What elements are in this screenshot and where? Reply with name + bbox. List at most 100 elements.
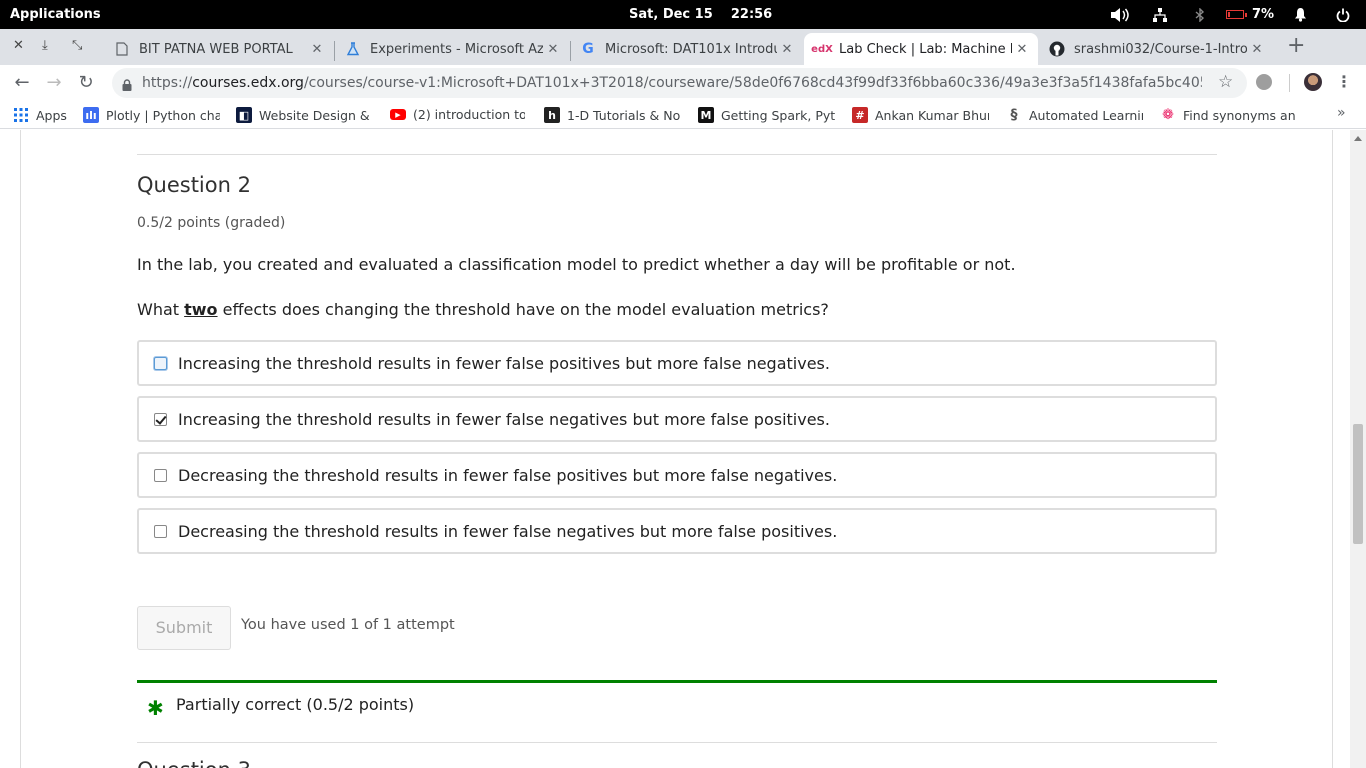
new-tab-button[interactable]: + <box>1287 35 1305 57</box>
profile-avatar[interactable] <box>1304 73 1322 91</box>
minimize-icon[interactable]: ⤓ <box>42 38 48 53</box>
answer-option[interactable]: Decreasing the threshold results in fewe… <box>137 508 1217 554</box>
page-icon <box>114 41 130 57</box>
browser-menu-icon[interactable]: ⋮ <box>1336 72 1352 91</box>
close-tab-icon[interactable]: ✕ <box>307 42 327 57</box>
bookmark-medium[interactable]: M Getting Spark, Pytho <box>698 107 835 123</box>
bookmark-label: (2) introduction to g <box>413 107 525 122</box>
partial-correct-icon: ✱ <box>147 696 164 720</box>
battery-percent: 7% <box>1251 7 1275 22</box>
clock[interactable]: Sat, Dec 15 22:56 <box>629 7 772 22</box>
github-icon <box>1049 41 1065 57</box>
bell-icon[interactable] <box>1280 0 1320 29</box>
option-checkbox[interactable] <box>154 412 167 426</box>
tab-dat101x-google[interactable]: G Microsoft: DAT101x Introduction ✕ <box>570 33 803 65</box>
url-text: https://courses.edx.org/courses/course-v… <box>142 75 1202 91</box>
tab-azure-experiments[interactable]: Experiments - Microsoft Azure ✕ <box>335 33 569 65</box>
question-points: 0.5/2 points (graded) <box>137 215 286 231</box>
question-text: In the lab, you created and evaluated a … <box>137 255 1016 274</box>
submit-button[interactable]: Submit <box>137 606 231 650</box>
bookmark-label: 1-D Tutorials & Note <box>567 107 680 123</box>
volume-icon[interactable] <box>1100 0 1140 29</box>
url-scheme: https:// <box>142 75 193 91</box>
bookmark-label: Apps <box>36 107 67 123</box>
answer-option[interactable]: Increasing the threshold results in fewe… <box>137 396 1217 442</box>
option-checkbox[interactable] <box>154 468 167 482</box>
os-top-panel: Applications Sat, Dec 15 22:56 7% <box>0 0 1366 29</box>
plotly-icon: ılı <box>83 107 99 123</box>
option-label: Increasing the threshold results in fewe… <box>178 409 830 429</box>
scroll-up-arrow-icon[interactable] <box>1354 136 1362 141</box>
navigation-bar: ← → ↻ https://courses.edx.org/courses/co… <box>0 65 1366 101</box>
bookmark-tutorials[interactable]: h 1-D Tutorials & Note <box>544 107 680 123</box>
answer-option[interactable]: Increasing the threshold results in fewe… <box>137 340 1217 386</box>
tab-lab-check[interactable]: edX Lab Check | Lab: Machine Lear ✕ <box>804 33 1038 65</box>
option-checkbox[interactable] <box>154 524 167 538</box>
address-bar[interactable]: https://courses.edx.org/courses/course-v… <box>112 68 1247 98</box>
bookmark-website-design[interactable]: ◧ Website Design & D <box>236 107 372 123</box>
reload-button[interactable]: ↻ <box>74 71 98 95</box>
back-button[interactable]: ← <box>10 71 34 95</box>
h-icon: h <box>544 107 560 123</box>
question-title: Question 2 <box>137 173 251 197</box>
applications-menu[interactable]: Applications <box>10 7 101 22</box>
divider <box>137 154 1217 155</box>
option-checkbox[interactable] <box>154 356 167 370</box>
bookmark-label: Find synonyms and l <box>1183 107 1296 123</box>
google-icon: G <box>582 41 594 57</box>
close-tab-icon[interactable]: ✕ <box>543 42 563 57</box>
bookmark-automated-learning[interactable]: § Automated Learning <box>1006 107 1144 123</box>
bookmark-youtube[interactable]: ▶ (2) introduction to g <box>390 107 525 122</box>
next-question-title: Question 3 <box>137 758 251 768</box>
bookmark-label: Automated Learning <box>1029 107 1143 123</box>
bookmark-star-icon[interactable]: ☆ <box>1218 72 1233 92</box>
edx-icon: edX <box>811 43 833 55</box>
bookmark-apps[interactable]: Apps <box>13 107 73 123</box>
bookmark-plotly[interactable]: ılı Plotly | Python chart <box>83 107 220 123</box>
learning-icon: § <box>1010 107 1018 123</box>
option-label: Decreasing the threshold results in fewe… <box>178 465 838 485</box>
tab-title: srashmi032/Course-1-Intro-to- <box>1074 41 1247 57</box>
attempts-text: You have used 1 of 1 attempt <box>241 617 455 633</box>
tab-title: BIT PATNA WEB PORTAL <box>139 41 293 57</box>
close-tab-icon[interactable]: ✕ <box>1012 42 1032 57</box>
tab-title: Experiments - Microsoft Azure <box>370 41 543 57</box>
toolbar-divider <box>1289 74 1290 92</box>
page-scrollbar[interactable] <box>1350 130 1366 768</box>
bookmark-label: Plotly | Python chart <box>106 107 220 123</box>
result-text: Partially correct (0.5/2 points) <box>176 695 415 714</box>
bluetooth-icon[interactable] <box>1180 0 1220 29</box>
close-tab-icon[interactable]: ✕ <box>777 42 797 57</box>
bookmark-label: Ankan Kumar Bhuni <box>875 107 989 123</box>
design-icon: ◧ <box>236 107 252 123</box>
close-tab-icon[interactable]: ✕ <box>1247 42 1267 57</box>
apps-grid-icon <box>13 107 29 123</box>
question-prompt: What two effects does changing the thres… <box>137 300 829 319</box>
scrollbar-thumb[interactable] <box>1353 424 1363 544</box>
power-icon[interactable] <box>1320 0 1366 29</box>
page-content: Question 2 0.5/2 points (graded) In the … <box>0 130 1366 768</box>
medium-icon: M <box>698 107 714 123</box>
option-label: Increasing the threshold results in fewe… <box>178 353 830 373</box>
synonyms-icon: ❁ <box>1162 107 1174 123</box>
forward-button[interactable]: → <box>42 71 66 95</box>
prompt-start: What <box>137 300 185 319</box>
restore-icon[interactable]: ⤡ <box>72 38 82 53</box>
network-icon[interactable] <box>1140 0 1180 29</box>
close-window-icon[interactable]: ✕ <box>13 38 24 53</box>
url-path: /courses/course-v1:Microsoft+DAT101x+3T2… <box>303 75 1202 91</box>
answer-option[interactable]: Decreasing the threshold results in fewe… <box>137 452 1217 498</box>
youtube-icon: ▶ <box>390 109 406 120</box>
battery-icon <box>1225 10 1247 19</box>
prompt-emphasis: two <box>184 300 218 319</box>
more-bookmarks-icon[interactable]: » <box>1337 105 1346 121</box>
bookmark-ankan[interactable]: # Ankan Kumar Bhuni <box>852 107 989 123</box>
extension-icon[interactable] <box>1256 74 1272 90</box>
battery-indicator[interactable]: 7% <box>1220 0 1280 29</box>
bookmark-synonyms[interactable]: ❁ Find synonyms and l <box>1160 107 1296 123</box>
tab-github-repo[interactable]: srashmi032/Course-1-Intro-to- ✕ <box>1039 33 1273 65</box>
option-label: Decreasing the threshold results in fewe… <box>178 521 838 541</box>
system-tray: 7% <box>1100 0 1366 29</box>
tab-bit-patna[interactable]: BIT PATNA WEB PORTAL ✕ <box>104 33 333 65</box>
tab-title: Lab Check | Lab: Machine Lear <box>839 41 1012 57</box>
